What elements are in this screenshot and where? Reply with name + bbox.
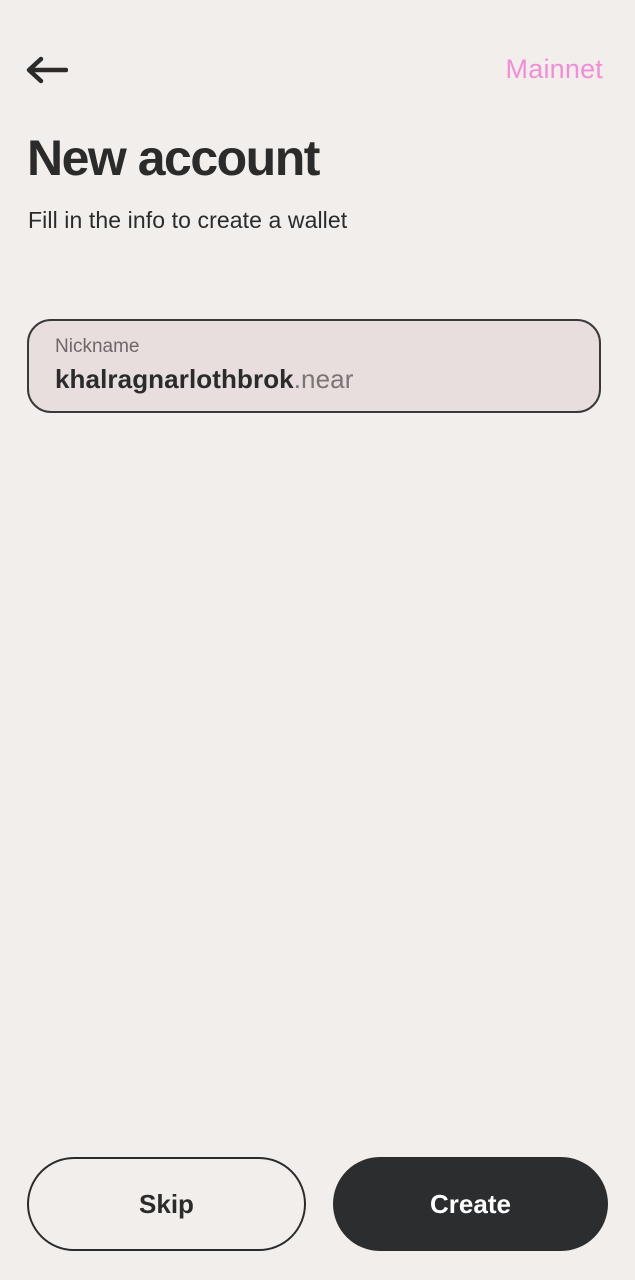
nickname-value: khalragnarlothbrok <box>55 364 294 394</box>
nickname-field[interactable]: Nickname khalragnarlothbrok .near <box>27 319 601 413</box>
create-button[interactable]: Create <box>333 1157 608 1251</box>
arrow-left-icon <box>26 56 68 84</box>
back-button[interactable] <box>24 48 80 92</box>
nickname-input[interactable]: khalragnarlothbrok .near <box>55 363 573 395</box>
network-selector[interactable]: Mainnet <box>506 54 603 85</box>
skip-button[interactable]: Skip <box>27 1157 306 1251</box>
nickname-suffix: .near <box>293 364 354 394</box>
nickname-label: Nickname <box>55 336 140 357</box>
page-subtitle: Fill in the info to create a wallet <box>28 207 348 233</box>
new-account-screen: Mainnet New account Fill in the info to … <box>0 0 635 1280</box>
page-title: New account <box>27 130 320 186</box>
